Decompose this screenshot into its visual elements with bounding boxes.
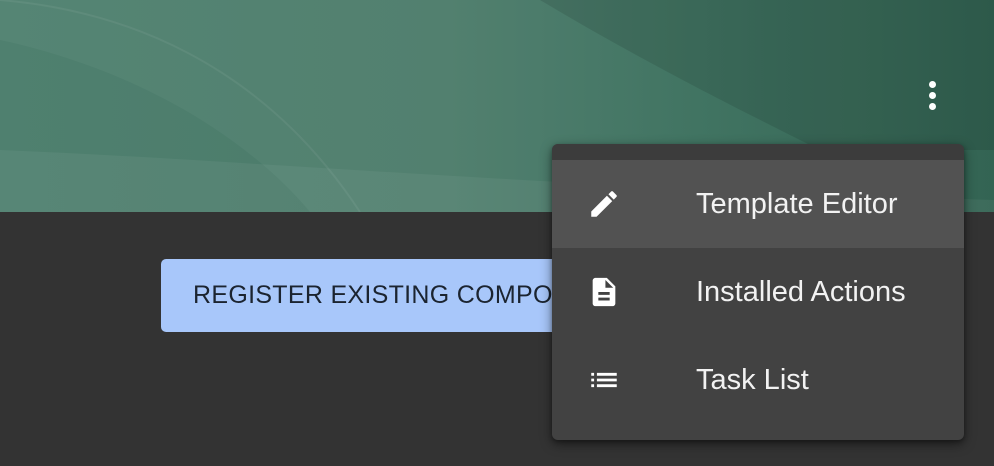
more-options-button[interactable]	[912, 72, 952, 118]
menu-item-label: Task List	[696, 363, 809, 396]
overflow-menu: Template Editor Installed Actions Task L…	[552, 144, 964, 440]
menu-item-template-editor[interactable]: Template Editor	[552, 160, 964, 248]
register-existing-component-button[interactable]: REGISTER EXISTING COMPONENT	[161, 259, 581, 332]
more-vert-icon	[928, 80, 936, 88]
menu-item-installed-actions[interactable]: Installed Actions	[552, 248, 964, 336]
menu-item-label: Installed Actions	[696, 275, 906, 308]
pencil-icon	[584, 184, 624, 224]
menu-item-label: Template Editor	[696, 187, 898, 220]
register-button-label: REGISTER EXISTING COMPONENT	[193, 281, 581, 309]
document-icon	[584, 272, 624, 312]
list-icon	[584, 360, 624, 400]
menu-item-task-list[interactable]: Task List	[552, 336, 964, 424]
